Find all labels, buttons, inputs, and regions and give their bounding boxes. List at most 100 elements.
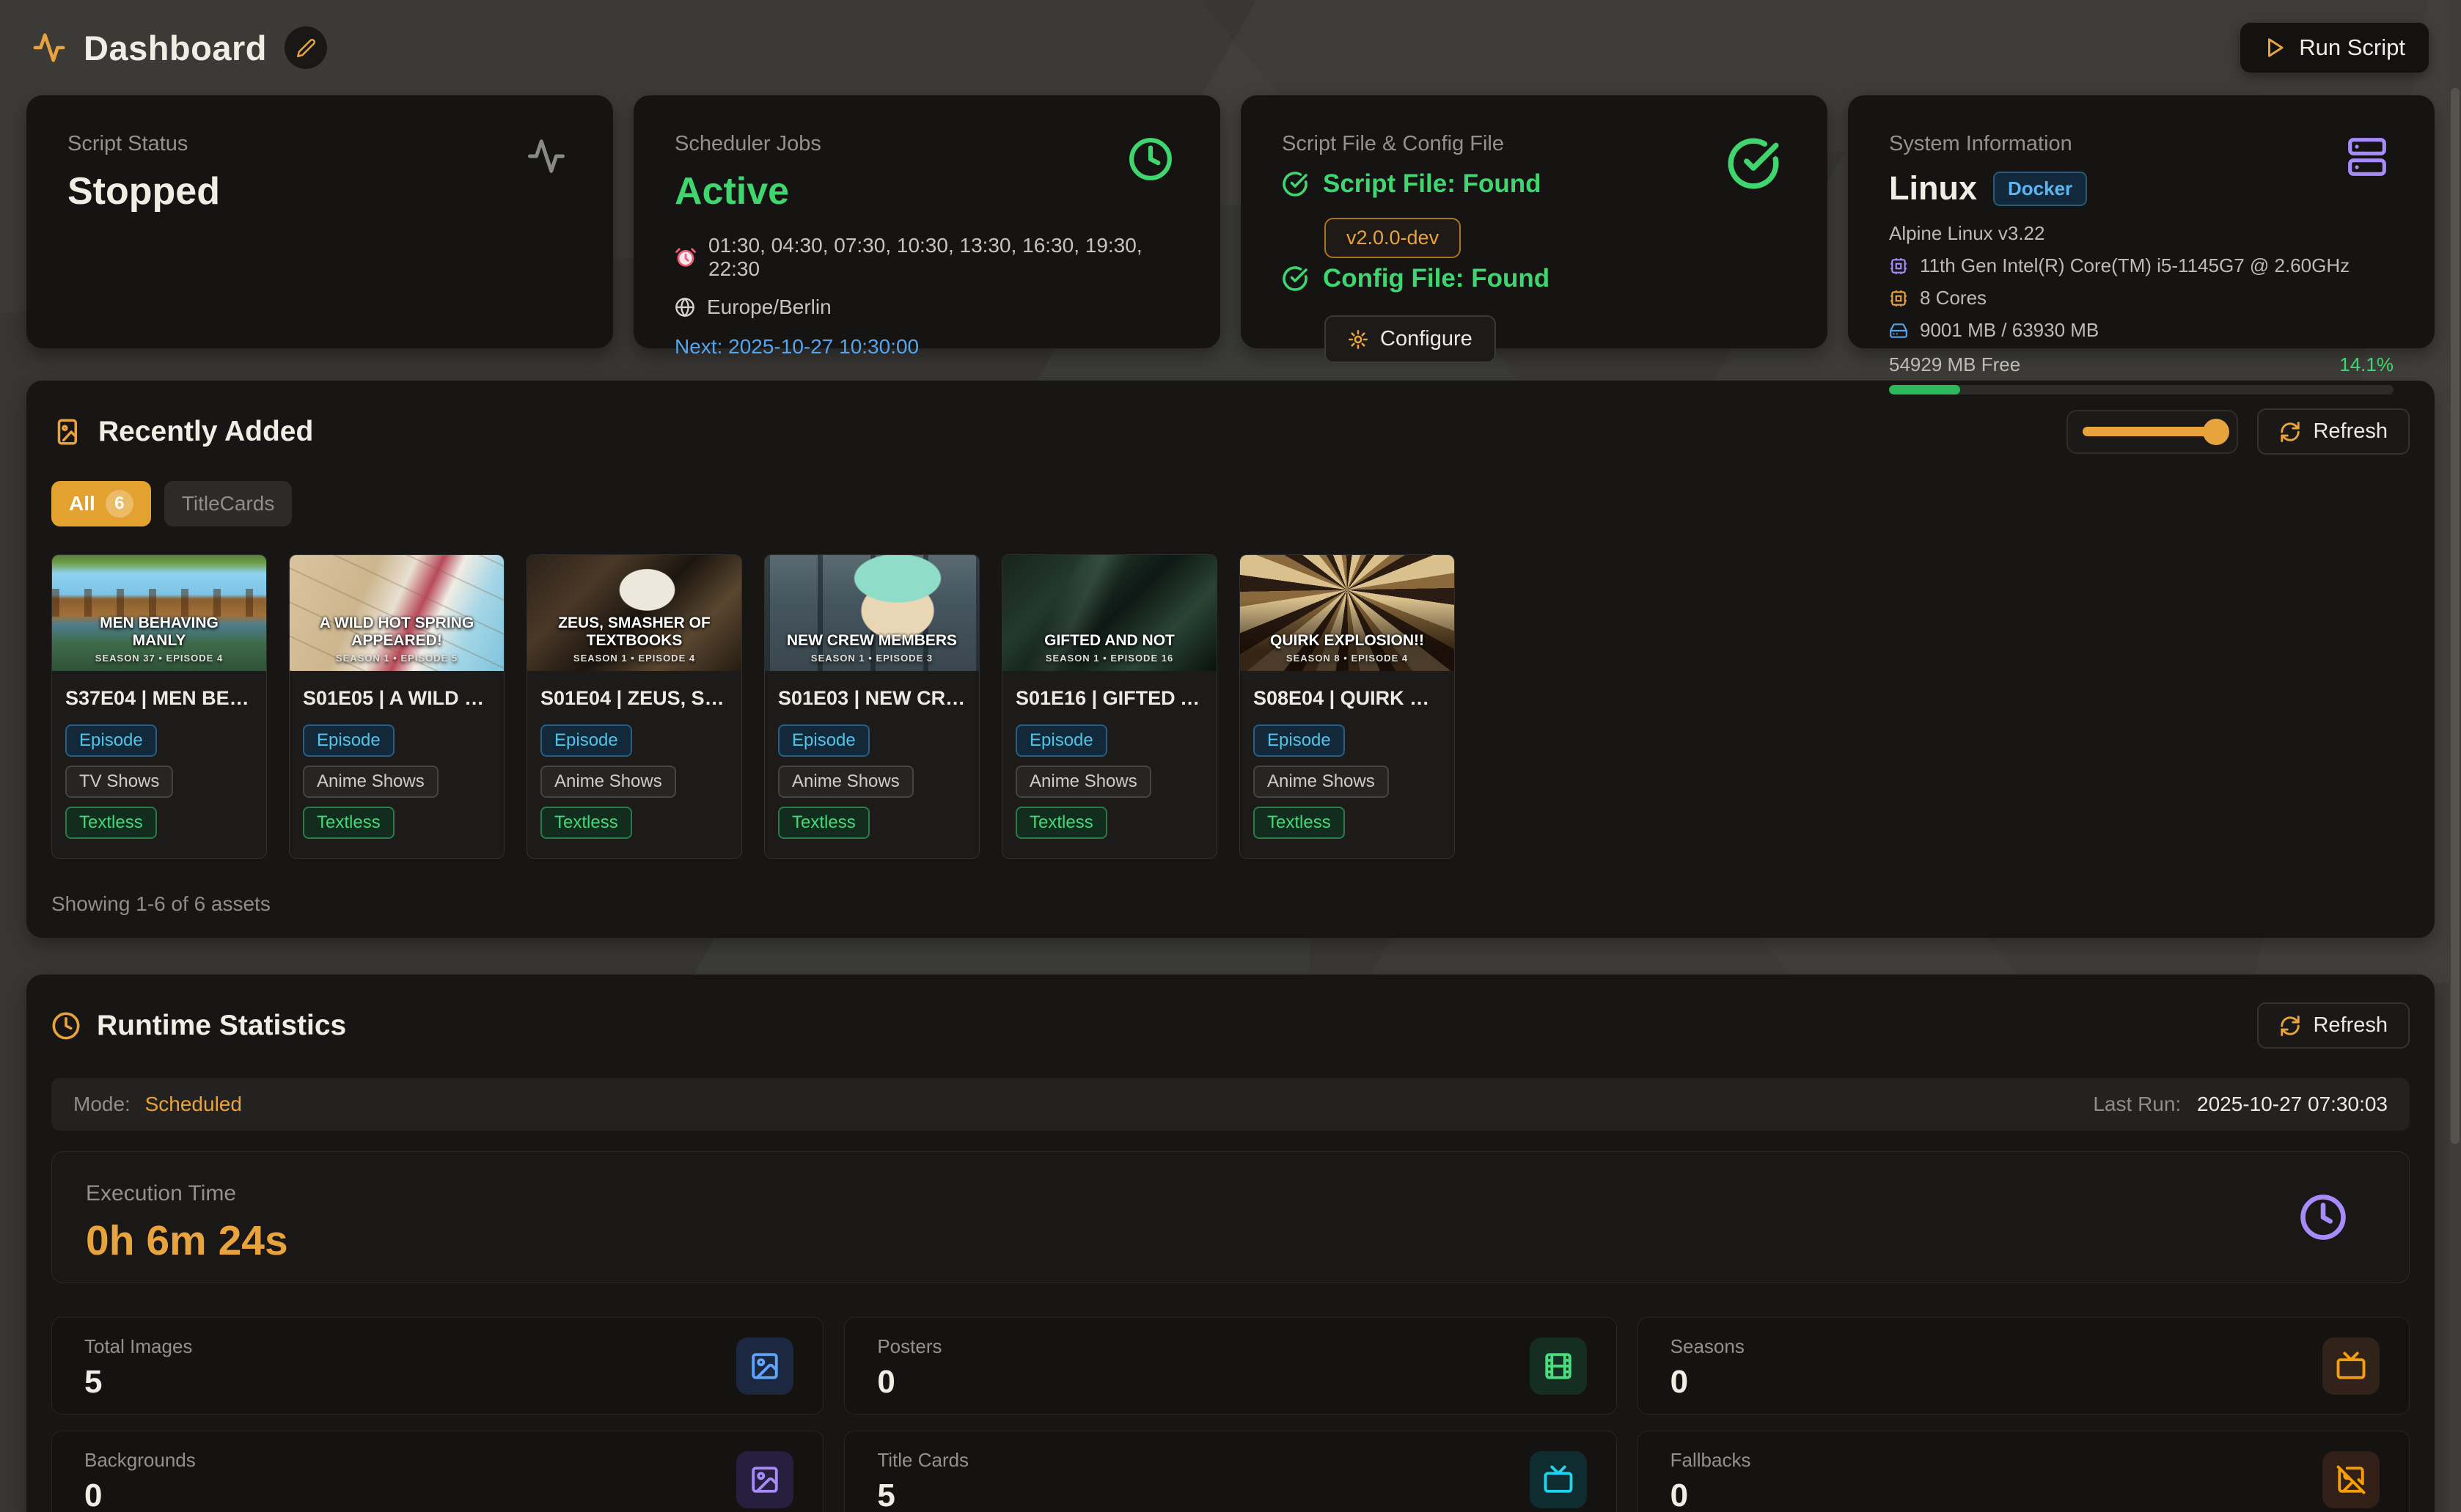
refresh-label: Refresh	[2313, 419, 2388, 444]
asset-title: S01E05 | A WILD HOT SP...	[303, 687, 491, 710]
thumbnail-season-episode: SEASON 1 • EPISODE 3	[765, 653, 979, 664]
textless-badge: Textless	[303, 807, 395, 839]
last-run-value: 2025-10-27 07:30:03	[2197, 1093, 2388, 1115]
stat-value: 5	[84, 1364, 791, 1401]
asset-card[interactable]: A WILD HOT SPRING APPEARED!SEASON 1 • EP…	[289, 554, 505, 859]
cpu-model: 11th Gen Intel(R) Core(TM) i5-1145G7 @ 2…	[1920, 254, 2350, 277]
category-badge: Anime Shows	[1253, 766, 1389, 798]
asset-thumbnail: MEN BEHAVING MANLYSEASON 37 • EPISODE 4	[52, 555, 266, 671]
os-name: Linux	[1889, 169, 1977, 208]
section-title: Recently Added	[98, 416, 313, 448]
system-info-card: System Information Linux Docker Alpine L…	[1848, 95, 2435, 348]
asset-thumbnail: ZEUS, SMASHER OF TEXTBOOKSSEASON 1 • EPI…	[527, 555, 741, 671]
image-off-icon	[2322, 1451, 2380, 1508]
memory-usage: 9001 MB / 63930 MB	[1920, 319, 2099, 342]
asset-title: S01E03 | NEW CREW ME...	[778, 687, 966, 710]
vertical-scrollbar[interactable]	[2449, 0, 2461, 1512]
check-circle-icon	[1282, 171, 1308, 197]
stat-label: Backgrounds	[84, 1449, 791, 1472]
refresh-assets-button[interactable]: Refresh	[2257, 408, 2410, 455]
thumbnail-episode-title: MEN BEHAVING MANLY	[71, 614, 247, 650]
edit-dashboard-button[interactable]	[285, 26, 327, 69]
memory-progress-fill	[1889, 385, 1960, 394]
gear-icon	[1348, 329, 1368, 350]
thumbnail-episode-title: NEW CREW MEMBERS	[784, 632, 960, 650]
configure-label: Configure	[1380, 327, 1472, 351]
asset-card[interactable]: GIFTED AND NOTSEASON 1 • EPISODE 16S01E1…	[1002, 554, 1217, 859]
cpu-cores: 8 Cores	[1920, 287, 1987, 309]
asset-title: S01E04 | ZEUS, SMASHER...	[540, 687, 728, 710]
memory-free: 54929 MB Free	[1889, 353, 2020, 376]
memory-used-percent: 14.1%	[2339, 353, 2394, 376]
asset-title: S08E04 | QUIRK EXPLOSI...	[1253, 687, 1441, 710]
section-title: Runtime Statistics	[97, 1010, 346, 1042]
asset-card-list: MEN BEHAVING MANLYSEASON 37 • EPISODE 4 S…	[51, 554, 2410, 859]
scheduler-timezone: Europe/Berlin	[707, 296, 832, 319]
film-icon	[1530, 1337, 1587, 1395]
last-run-label: Last Run:	[2093, 1093, 2181, 1115]
slider-track[interactable]	[2083, 427, 2222, 436]
episode-badge: Episode	[540, 724, 632, 757]
thumbnail-size-slider[interactable]	[2066, 410, 2238, 454]
scrollbar-thumb[interactable]	[2451, 88, 2460, 1144]
clock-icon	[2299, 1193, 2347, 1241]
thumbnail-season-episode: SEASON 1 • EPISODE 5	[290, 653, 504, 664]
refresh-runtime-button[interactable]: Refresh	[2257, 1002, 2410, 1049]
filter-label: TitleCards	[182, 492, 275, 515]
runtime-statistics-panel: Runtime Statistics Refresh Mode: Schedul…	[26, 975, 2435, 1512]
mode-label: Mode:	[73, 1093, 131, 1115]
thumbnail-season-episode: SEASON 8 • EPISODE 4	[1240, 653, 1454, 664]
asset-card[interactable]: ZEUS, SMASHER OF TEXTBOOKSSEASON 1 • EPI…	[527, 554, 742, 859]
filter-all-button[interactable]: All 6	[51, 481, 151, 526]
script-status-card: Script Status Stopped	[26, 95, 613, 348]
episode-badge: Episode	[778, 724, 870, 757]
check-circle-icon	[1282, 265, 1308, 292]
stat-card: Posters0	[844, 1317, 1616, 1414]
category-badge: Anime Shows	[1016, 766, 1151, 798]
execution-time-label: Execution Time	[86, 1181, 2375, 1206]
runtime-stats-grid: Total Images5Posters0Seasons0 Backgrounds…	[51, 1317, 2410, 1512]
scheduler-jobs-card: Scheduler Jobs Active 01:30, 04:30, 07:3…	[634, 95, 1220, 348]
asset-card[interactable]: NEW CREW MEMBERS SEASON 1 • EPISODE 3 S01E…	[764, 554, 980, 859]
scheduler-next-run: Next: 2025-10-27 10:30:00	[675, 335, 1179, 359]
slider-thumb[interactable]	[2203, 419, 2229, 445]
tv-icon	[1530, 1451, 1587, 1508]
asset-thumbnail: GIFTED AND NOTSEASON 1 • EPISODE 16	[1002, 555, 1217, 671]
refresh-label: Refresh	[2313, 1013, 2388, 1038]
stat-value: 0	[877, 1364, 1583, 1401]
asset-thumbnail: A WILD HOT SPRING APPEARED!SEASON 1 • EP…	[290, 555, 504, 671]
configure-button[interactable]: Configure	[1324, 315, 1496, 363]
textless-badge: Textless	[1253, 807, 1345, 839]
run-script-label: Run Script	[2299, 34, 2405, 61]
refresh-icon	[2279, 421, 2301, 443]
cpu-icon	[1889, 257, 1908, 276]
category-badge: Anime Shows	[778, 766, 914, 798]
category-badge: Anime Shows	[540, 766, 676, 798]
textless-badge: Textless	[1016, 807, 1107, 839]
episode-badge: Episode	[1253, 724, 1345, 757]
stat-card: Fallbacks0	[1637, 1431, 2410, 1512]
image-icon	[736, 1451, 793, 1508]
category-badge: Anime Shows	[303, 766, 439, 798]
asset-card[interactable]: MEN BEHAVING MANLYSEASON 37 • EPISODE 4S…	[51, 554, 267, 859]
refresh-icon	[2279, 1015, 2301, 1037]
filter-titlecards-button[interactable]: TitleCards	[164, 481, 293, 526]
cpu-cores-icon	[1889, 289, 1908, 308]
asset-filters: All 6 TitleCards	[51, 481, 2410, 526]
alarm-clock-icon	[675, 246, 697, 268]
asset-card[interactable]: QUIRK EXPLOSION!!SEASON 8 • EPISODE 4S08…	[1239, 554, 1455, 859]
card-label: Scheduler Jobs	[675, 132, 1179, 156]
clock-icon	[1128, 136, 1173, 182]
card-label: Script File & Config File	[1282, 132, 1786, 156]
stat-card: Total Images5	[51, 1317, 824, 1414]
assets-count-text: Showing 1-6 of 6 assets	[51, 892, 2410, 916]
check-circle-icon	[1726, 136, 1780, 191]
stat-label: Fallbacks	[1670, 1449, 2377, 1472]
globe-icon	[675, 297, 695, 318]
stat-card: Seasons0	[1637, 1317, 2410, 1414]
stat-card: Backgrounds0	[51, 1431, 824, 1512]
memory-progress-bar	[1889, 385, 2394, 394]
thumbnail-season-episode: SEASON 1 • EPISODE 16	[1002, 653, 1217, 664]
run-script-button[interactable]: Run Script	[2240, 23, 2429, 73]
mode-value: Scheduled	[145, 1093, 242, 1115]
